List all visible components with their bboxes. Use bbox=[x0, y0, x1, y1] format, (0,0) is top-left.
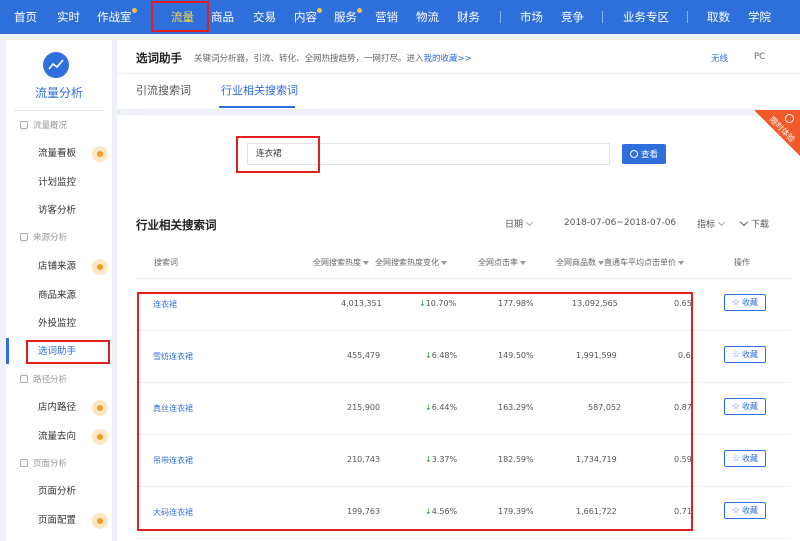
sidebar-section-header: 页面分析 bbox=[20, 456, 67, 470]
sidebar-item-traffic-destination[interactable]: 流量去向 bbox=[38, 429, 76, 445]
tab-industry-keywords[interactable]: 行业相关搜索词 bbox=[221, 82, 298, 98]
column-header-search-heat[interactable]: 全网搜索热度 bbox=[313, 257, 369, 268]
sort-icon bbox=[441, 261, 447, 265]
star-icon: ☆ bbox=[731, 505, 741, 516]
nav-item-market[interactable]: 市场 bbox=[520, 0, 543, 34]
sidebar-item-visitor-analysis[interactable]: 访客分析 bbox=[38, 203, 76, 219]
favorite-button[interactable]: ☆ 收藏 bbox=[724, 502, 766, 519]
nav-item-marketing[interactable]: 营销 bbox=[375, 0, 398, 34]
sidebar: 流量分析 流量概况 流量看板 计划监控 访客分析 来源分析 店铺来源 商品来源 … bbox=[6, 40, 112, 541]
search-icon bbox=[629, 150, 638, 158]
favorite-button[interactable]: ☆ 收藏 bbox=[724, 294, 766, 311]
star-icon: ☆ bbox=[731, 297, 741, 308]
clock-icon bbox=[785, 114, 794, 123]
column-header-ctr[interactable]: 全网点击率 bbox=[478, 257, 526, 268]
page-title: 选词助手 bbox=[136, 51, 182, 65]
nav-active-highlight bbox=[151, 1, 209, 32]
sidebar-item-store-path[interactable]: 店内路径 bbox=[38, 400, 76, 416]
sidebar-item-external-monitor[interactable]: 外投监控 bbox=[38, 316, 76, 332]
sort-icon bbox=[363, 261, 369, 265]
column-header-heat-change[interactable]: 全网搜索热度变化 bbox=[375, 257, 447, 268]
wireless-toggle[interactable]: 无线 bbox=[711, 52, 728, 64]
table-rows-highlight bbox=[137, 292, 693, 531]
column-header-action: 操作 bbox=[734, 258, 750, 267]
section-title: 行业相关搜索词 bbox=[136, 218, 217, 232]
sidebar-active-indicator bbox=[6, 338, 9, 364]
column-header-keyword: 搜索词 bbox=[154, 258, 178, 267]
sidebar-item-shop-source[interactable]: 店铺来源 bbox=[38, 259, 76, 275]
nav-item-home[interactable]: 首页 bbox=[14, 0, 37, 34]
nav-item-logistics[interactable]: 物流 bbox=[416, 0, 439, 34]
nav-item-content[interactable]: 内容 bbox=[294, 0, 322, 34]
sidebar-section-header: 来源分析 bbox=[20, 230, 67, 244]
sidebar-section-header: 路径分析 bbox=[20, 372, 67, 386]
sidebar-item-product-source[interactable]: 商品来源 bbox=[38, 288, 76, 304]
favorite-button[interactable]: ☆ 收藏 bbox=[724, 450, 766, 467]
header-divider bbox=[117, 73, 800, 74]
nav-item-service[interactable]: 服务 bbox=[334, 0, 362, 34]
sun-badge-icon bbox=[92, 513, 108, 529]
search-highlight bbox=[236, 136, 320, 173]
sidebar-item-plan-monitor[interactable]: 计划监控 bbox=[38, 175, 76, 191]
search-button[interactable]: 查看 bbox=[622, 144, 666, 164]
column-header-products[interactable]: 全网商品数 bbox=[556, 257, 604, 268]
nav-item-data-fetch[interactable]: 取数 bbox=[707, 0, 730, 34]
sort-icon bbox=[678, 261, 684, 265]
traffic-chart-icon bbox=[43, 52, 69, 78]
nav-item-competition[interactable]: 竞争 bbox=[561, 0, 584, 34]
star-icon: ☆ bbox=[731, 453, 741, 464]
sidebar-divider bbox=[14, 110, 104, 111]
nav-item-trade[interactable]: 交易 bbox=[253, 0, 276, 34]
nav-separator bbox=[687, 11, 688, 23]
tab-traffic-keywords[interactable]: 引流搜索词 bbox=[136, 82, 191, 98]
section-icon bbox=[20, 375, 28, 383]
new-dot-icon bbox=[357, 8, 362, 13]
tab-active-underline bbox=[219, 106, 295, 108]
chevron-down-icon bbox=[717, 218, 726, 227]
nav-item-business-zone[interactable]: 业务专区 bbox=[623, 0, 669, 34]
column-header-cpc[interactable]: 直通车平均点击单价 bbox=[604, 257, 684, 268]
metric-selector[interactable]: 指标 bbox=[697, 217, 726, 230]
sun-badge-icon bbox=[92, 259, 108, 275]
nav-item-war-room[interactable]: 作战室 bbox=[97, 0, 137, 34]
section-icon bbox=[20, 459, 28, 467]
sun-badge-icon bbox=[92, 400, 108, 416]
nav-separator bbox=[602, 11, 603, 23]
date-selector[interactable]: 日期 bbox=[505, 217, 534, 230]
date-range[interactable]: 2018-07-06~2018-07-06 bbox=[564, 218, 676, 228]
download-icon bbox=[739, 217, 749, 227]
sun-badge-icon bbox=[92, 146, 108, 162]
sort-icon bbox=[520, 261, 526, 265]
sidebar-active-highlight bbox=[26, 340, 110, 364]
top-nav-bar: 首页 实时 作战室 流量 商品 交易 内容 服务 营销 物流 财务 市场 竞争 … bbox=[0, 0, 800, 34]
sidebar-item-page-analysis[interactable]: 页面分析 bbox=[38, 484, 76, 500]
new-dot-icon bbox=[317, 8, 322, 13]
nav-item-products[interactable]: 商品 bbox=[211, 0, 234, 34]
section-icon bbox=[20, 121, 28, 129]
nav-item-finance[interactable]: 财务 bbox=[457, 0, 480, 34]
download-button[interactable]: 下载 bbox=[739, 217, 769, 230]
favorite-button[interactable]: ☆ 收藏 bbox=[724, 346, 766, 363]
chevron-down-icon bbox=[525, 218, 534, 227]
page-description: 关键词分析器，引流、转化、全网热搜趋势，一网打尽。进入我的收藏>> bbox=[194, 54, 472, 64]
star-icon: ☆ bbox=[731, 349, 741, 360]
section-icon bbox=[20, 233, 28, 241]
nav-item-realtime[interactable]: 实时 bbox=[57, 0, 80, 34]
favorite-button[interactable]: ☆ 收藏 bbox=[724, 398, 766, 415]
sidebar-item-page-config[interactable]: 页面配置 bbox=[38, 513, 76, 529]
pc-toggle[interactable]: PC bbox=[754, 52, 765, 62]
star-icon: ☆ bbox=[731, 401, 741, 412]
nav-separator bbox=[500, 11, 501, 23]
tabs-divider bbox=[117, 109, 800, 115]
sun-badge-icon bbox=[92, 429, 108, 445]
nav-item-academy[interactable]: 学院 bbox=[748, 0, 771, 34]
sidebar-item-traffic-board[interactable]: 流量看板 bbox=[38, 146, 76, 162]
my-favorites-link[interactable]: 我的收藏>> bbox=[424, 54, 472, 64]
sidebar-title: 流量分析 bbox=[34, 86, 83, 100]
new-dot-icon bbox=[131, 8, 137, 13]
sidebar-section-header: 流量概况 bbox=[20, 118, 67, 132]
